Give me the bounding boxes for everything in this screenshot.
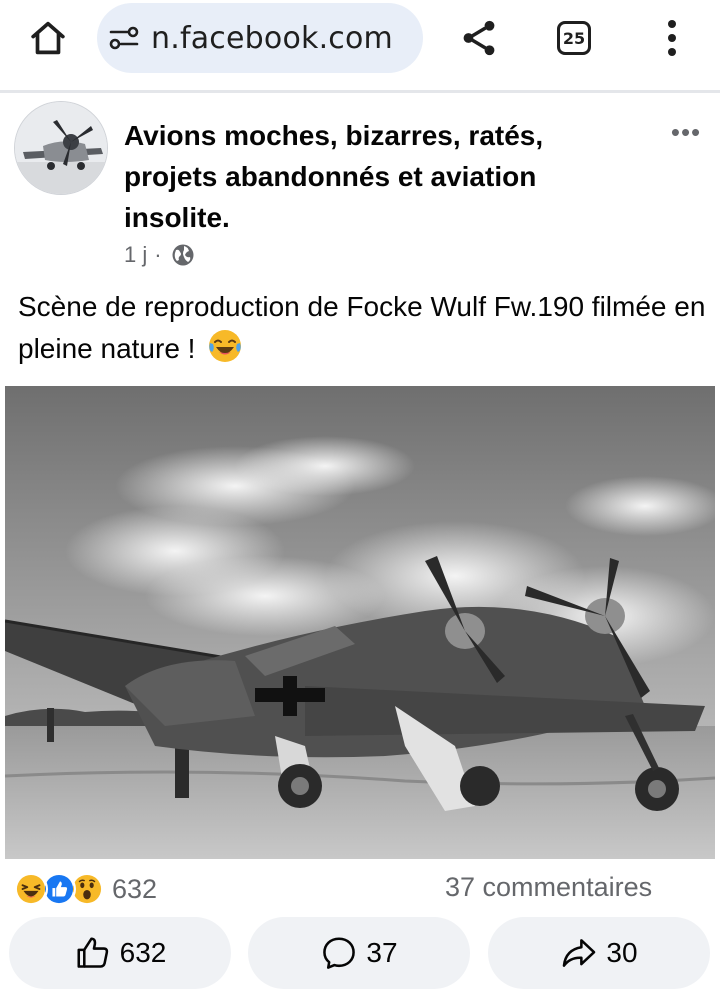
laughing-tears-emoji-icon: [207, 328, 243, 364]
home-button[interactable]: [24, 14, 72, 62]
caption-text: Scène de reproduction de Focke Wulf Fw.1…: [18, 291, 706, 364]
share-post-button[interactable]: 30: [488, 917, 710, 989]
toolbar-divider: [0, 90, 720, 93]
home-icon: [31, 21, 65, 55]
share-arrow-icon: [563, 939, 596, 967]
meta-separator: ·: [154, 242, 162, 267]
reactions-summary[interactable]: 632: [14, 870, 157, 908]
like-count: 632: [119, 937, 167, 968]
browser-toolbar: n.facebook.com 25: [0, 0, 720, 78]
comment-count: 37: [366, 937, 398, 968]
comment-button[interactable]: 37: [248, 917, 470, 989]
site-settings-icon: [109, 26, 139, 50]
more-horiz-icon: •••: [670, 116, 702, 147]
post-meta: 1 j ·: [124, 240, 196, 270]
tab-count: 25: [562, 28, 586, 48]
url-text: n.facebook.com: [151, 20, 393, 56]
group-name-link[interactable]: Avions moches, bizarres, ratés, projets …: [124, 115, 624, 238]
share-icon: [463, 20, 495, 56]
comment-icon: [323, 937, 356, 969]
post-photo[interactable]: [0, 381, 720, 863]
thumbs-up-icon: [77, 937, 108, 968]
group-avatar[interactable]: [14, 101, 108, 195]
haha-reaction-icon: [14, 872, 48, 906]
reaction-count: 632: [112, 873, 158, 904]
post-photo-image: [5, 386, 715, 859]
tabs-icon: 25: [557, 21, 591, 55]
browser-menu-button[interactable]: [652, 14, 692, 62]
tab-switcher-button[interactable]: 25: [553, 17, 595, 59]
share-count: 30: [606, 937, 638, 968]
comments-count-link[interactable]: 37 commentaires: [445, 872, 652, 903]
more-vert-icon: [668, 20, 676, 56]
like-button[interactable]: 632: [9, 917, 231, 989]
group-avatar-image: [15, 102, 107, 194]
post-caption: Scène de reproduction de Focke Wulf Fw.1…: [18, 286, 708, 370]
post-timestamp[interactable]: 1 j: [124, 242, 147, 268]
globe-icon: [170, 242, 196, 268]
url-bar[interactable]: n.facebook.com: [97, 3, 423, 73]
site-settings-button[interactable]: [107, 21, 141, 55]
post-options-button[interactable]: •••: [664, 116, 708, 147]
share-page-button[interactable]: [455, 14, 503, 62]
